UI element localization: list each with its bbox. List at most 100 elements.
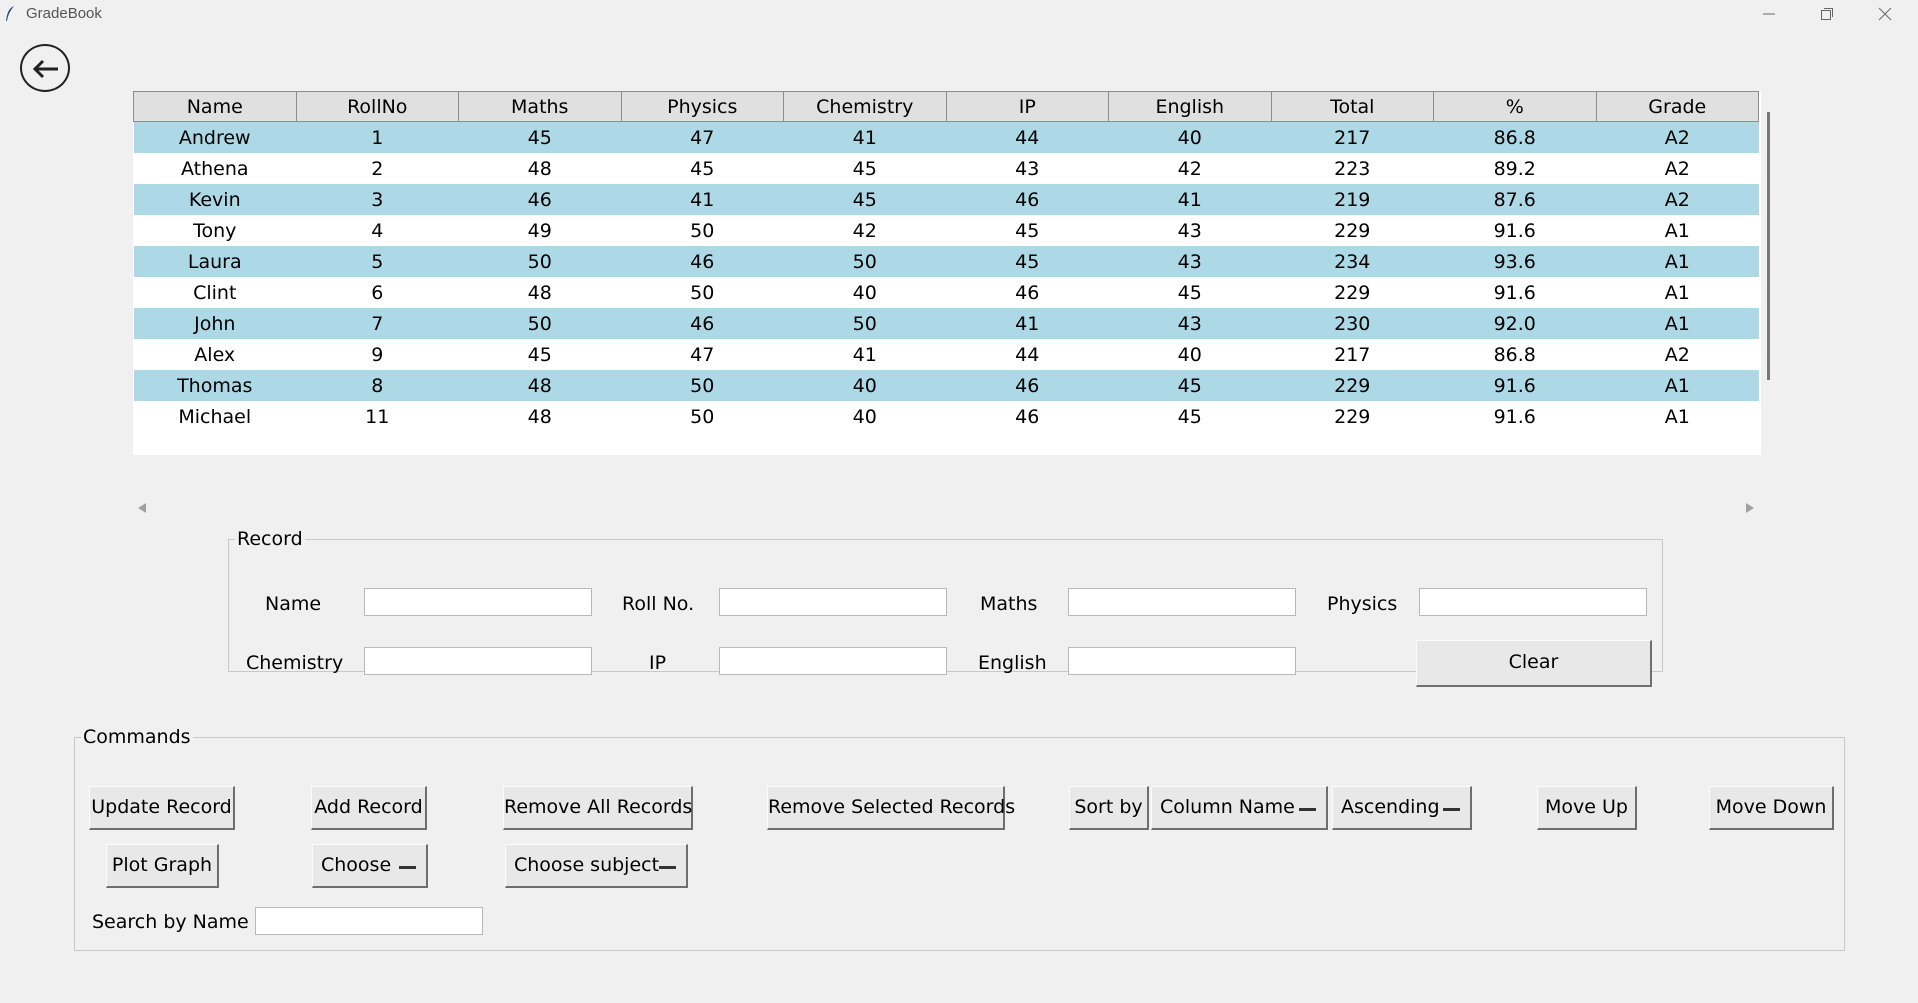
table-cell: A2 (1596, 153, 1759, 184)
column-header[interactable]: IP (945, 91, 1109, 122)
table-body: Andrew 1 45 47 41 44 40 217 86.8 A2 Athena 2 48 45 45 4… (133, 121, 1759, 432)
sort-by-button[interactable]: Sort by (1069, 786, 1149, 830)
dropdown-indicator-icon (399, 866, 416, 869)
search-input[interactable] (255, 907, 483, 935)
remove-all-records-button[interactable]: Remove All Records (503, 786, 693, 830)
column-header[interactable]: Maths (458, 91, 622, 122)
table-header-row: Name RollNo Maths Physics Chemistry IP English… (133, 91, 1759, 122)
table-cell: 42 (783, 215, 946, 246)
table-cell: 50 (783, 308, 946, 339)
table-cell: 41 (783, 121, 946, 153)
table-row[interactable]: Laura 5 50 46 50 45 43 234 93.6 A1 (133, 246, 1759, 277)
name-field[interactable] (364, 588, 592, 616)
table-cell: 234 (1271, 246, 1434, 277)
table-cell: 43 (1108, 308, 1271, 339)
scroll-left-icon[interactable] (137, 502, 147, 514)
table-cell: Athena (133, 153, 296, 184)
table-cell: 46 (621, 246, 784, 277)
chemistry-field[interactable] (364, 647, 592, 675)
clear-button[interactable]: Clear (1416, 640, 1652, 687)
table-row[interactable]: Athena 2 48 45 45 43 42 223 89.2 A2 (133, 153, 1759, 184)
table-cell: 45 (458, 121, 621, 153)
table-cell: 50 (621, 401, 784, 432)
table-row[interactable]: Tony 4 49 50 42 45 43 229 91.6 A1 (133, 215, 1759, 246)
table-cell: Andrew (133, 121, 296, 153)
move-up-button[interactable]: Move Up (1537, 786, 1637, 830)
column-header[interactable]: Physics (620, 91, 784, 122)
table-cell: 45 (783, 184, 946, 215)
table-row[interactable]: John 7 50 46 50 41 43 230 92.0 A1 (133, 308, 1759, 339)
table-row[interactable]: Thomas 8 48 50 40 46 45 229 91.6 A1 (133, 370, 1759, 401)
column-header[interactable]: Chemistry (783, 91, 947, 122)
minimize-button[interactable] (1740, 0, 1798, 29)
table-cell: Michael (133, 401, 296, 432)
choose-dropdown[interactable]: Choose (312, 844, 428, 888)
back-button[interactable] (20, 44, 70, 92)
update-record-button[interactable]: Update Record (89, 786, 235, 830)
add-record-button[interactable]: Add Record (311, 786, 427, 830)
table-cell: 86.8 (1433, 121, 1596, 153)
table-cell: 40 (783, 401, 946, 432)
english-field[interactable] (1068, 647, 1296, 675)
table-cell: 44 (946, 121, 1109, 153)
physics-field[interactable] (1419, 588, 1647, 616)
ip-field[interactable] (719, 647, 947, 675)
table-cell: Tony (133, 215, 296, 246)
table-cell: 92.0 (1433, 308, 1596, 339)
plot-graph-button[interactable]: Plot Graph (106, 844, 219, 888)
table-row[interactable]: Clint 6 48 50 40 46 45 229 91.6 A1 (133, 277, 1759, 308)
ip-label: IP (649, 652, 667, 674)
table-row[interactable]: Andrew 1 45 47 41 44 40 217 86.8 A2 (133, 121, 1759, 153)
choose-subject-dropdown[interactable]: Choose subject (505, 844, 688, 888)
table-cell: 47 (621, 121, 784, 153)
scroll-right-icon[interactable] (1745, 502, 1755, 514)
sort-order-dropdown[interactable]: Ascending (1332, 786, 1472, 830)
record-group: Record Name Roll No. Maths Physics Chemi… (228, 528, 1663, 687)
rollno-field[interactable] (719, 588, 947, 616)
table-cell: 41 (1108, 184, 1271, 215)
close-button[interactable] (1856, 0, 1914, 29)
chemistry-label: Chemistry (246, 652, 344, 674)
table-cell: 43 (946, 153, 1109, 184)
table-cell: 229 (1271, 277, 1434, 308)
table-row[interactable]: Alex 9 45 47 41 44 40 217 86.8 A2 (133, 339, 1759, 370)
table-row[interactable]: Michael 11 48 50 40 46 45 229 91.6 A1 (133, 401, 1759, 432)
table-cell: 86.8 (1433, 339, 1596, 370)
table-cell: 44 (946, 339, 1109, 370)
table-cell: 45 (1108, 401, 1271, 432)
column-header[interactable]: English (1108, 91, 1272, 122)
sort-column-dropdown[interactable]: Column Name (1151, 786, 1328, 830)
table-cell: 41 (783, 339, 946, 370)
table-cell: 89.2 (1433, 153, 1596, 184)
move-down-button[interactable]: Move Down (1709, 786, 1834, 830)
table-cell: A1 (1596, 308, 1759, 339)
table-cell: 40 (1108, 121, 1271, 153)
english-label: English (978, 652, 1047, 674)
table-cell: 8 (296, 370, 459, 401)
physics-label: Physics (1327, 593, 1398, 615)
table-cell: 45 (1108, 277, 1271, 308)
table-cell: 50 (621, 277, 784, 308)
table-cell: 46 (946, 401, 1109, 432)
remove-selected-records-button[interactable]: Remove Selected Records (767, 786, 1015, 830)
horizontal-scrollbar[interactable] (133, 498, 1761, 518)
column-header[interactable]: RollNo (295, 91, 459, 122)
table-cell: A1 (1596, 215, 1759, 246)
restore-button[interactable] (1798, 0, 1856, 29)
table-row[interactable]: Kevin 3 46 41 45 46 41 219 87.6 A2 (133, 184, 1759, 215)
column-header[interactable]: Total (1270, 91, 1434, 122)
table-cell: A2 (1596, 184, 1759, 215)
column-header[interactable]: % (1433, 91, 1597, 122)
title-bar: GradeBook (0, 0, 1918, 29)
column-header[interactable]: Grade (1595, 91, 1759, 122)
table-cell: 50 (621, 215, 784, 246)
dropdown-indicator-icon (659, 866, 676, 869)
table-cell: 40 (1108, 339, 1271, 370)
table-cell: 49 (458, 215, 621, 246)
column-header[interactable]: Name (133, 91, 297, 122)
vertical-scrollbar[interactable] (1767, 112, 1770, 380)
table-cell: 45 (946, 215, 1109, 246)
maths-field[interactable] (1068, 588, 1296, 616)
table-cell: 45 (783, 153, 946, 184)
close-icon (1878, 7, 1892, 21)
